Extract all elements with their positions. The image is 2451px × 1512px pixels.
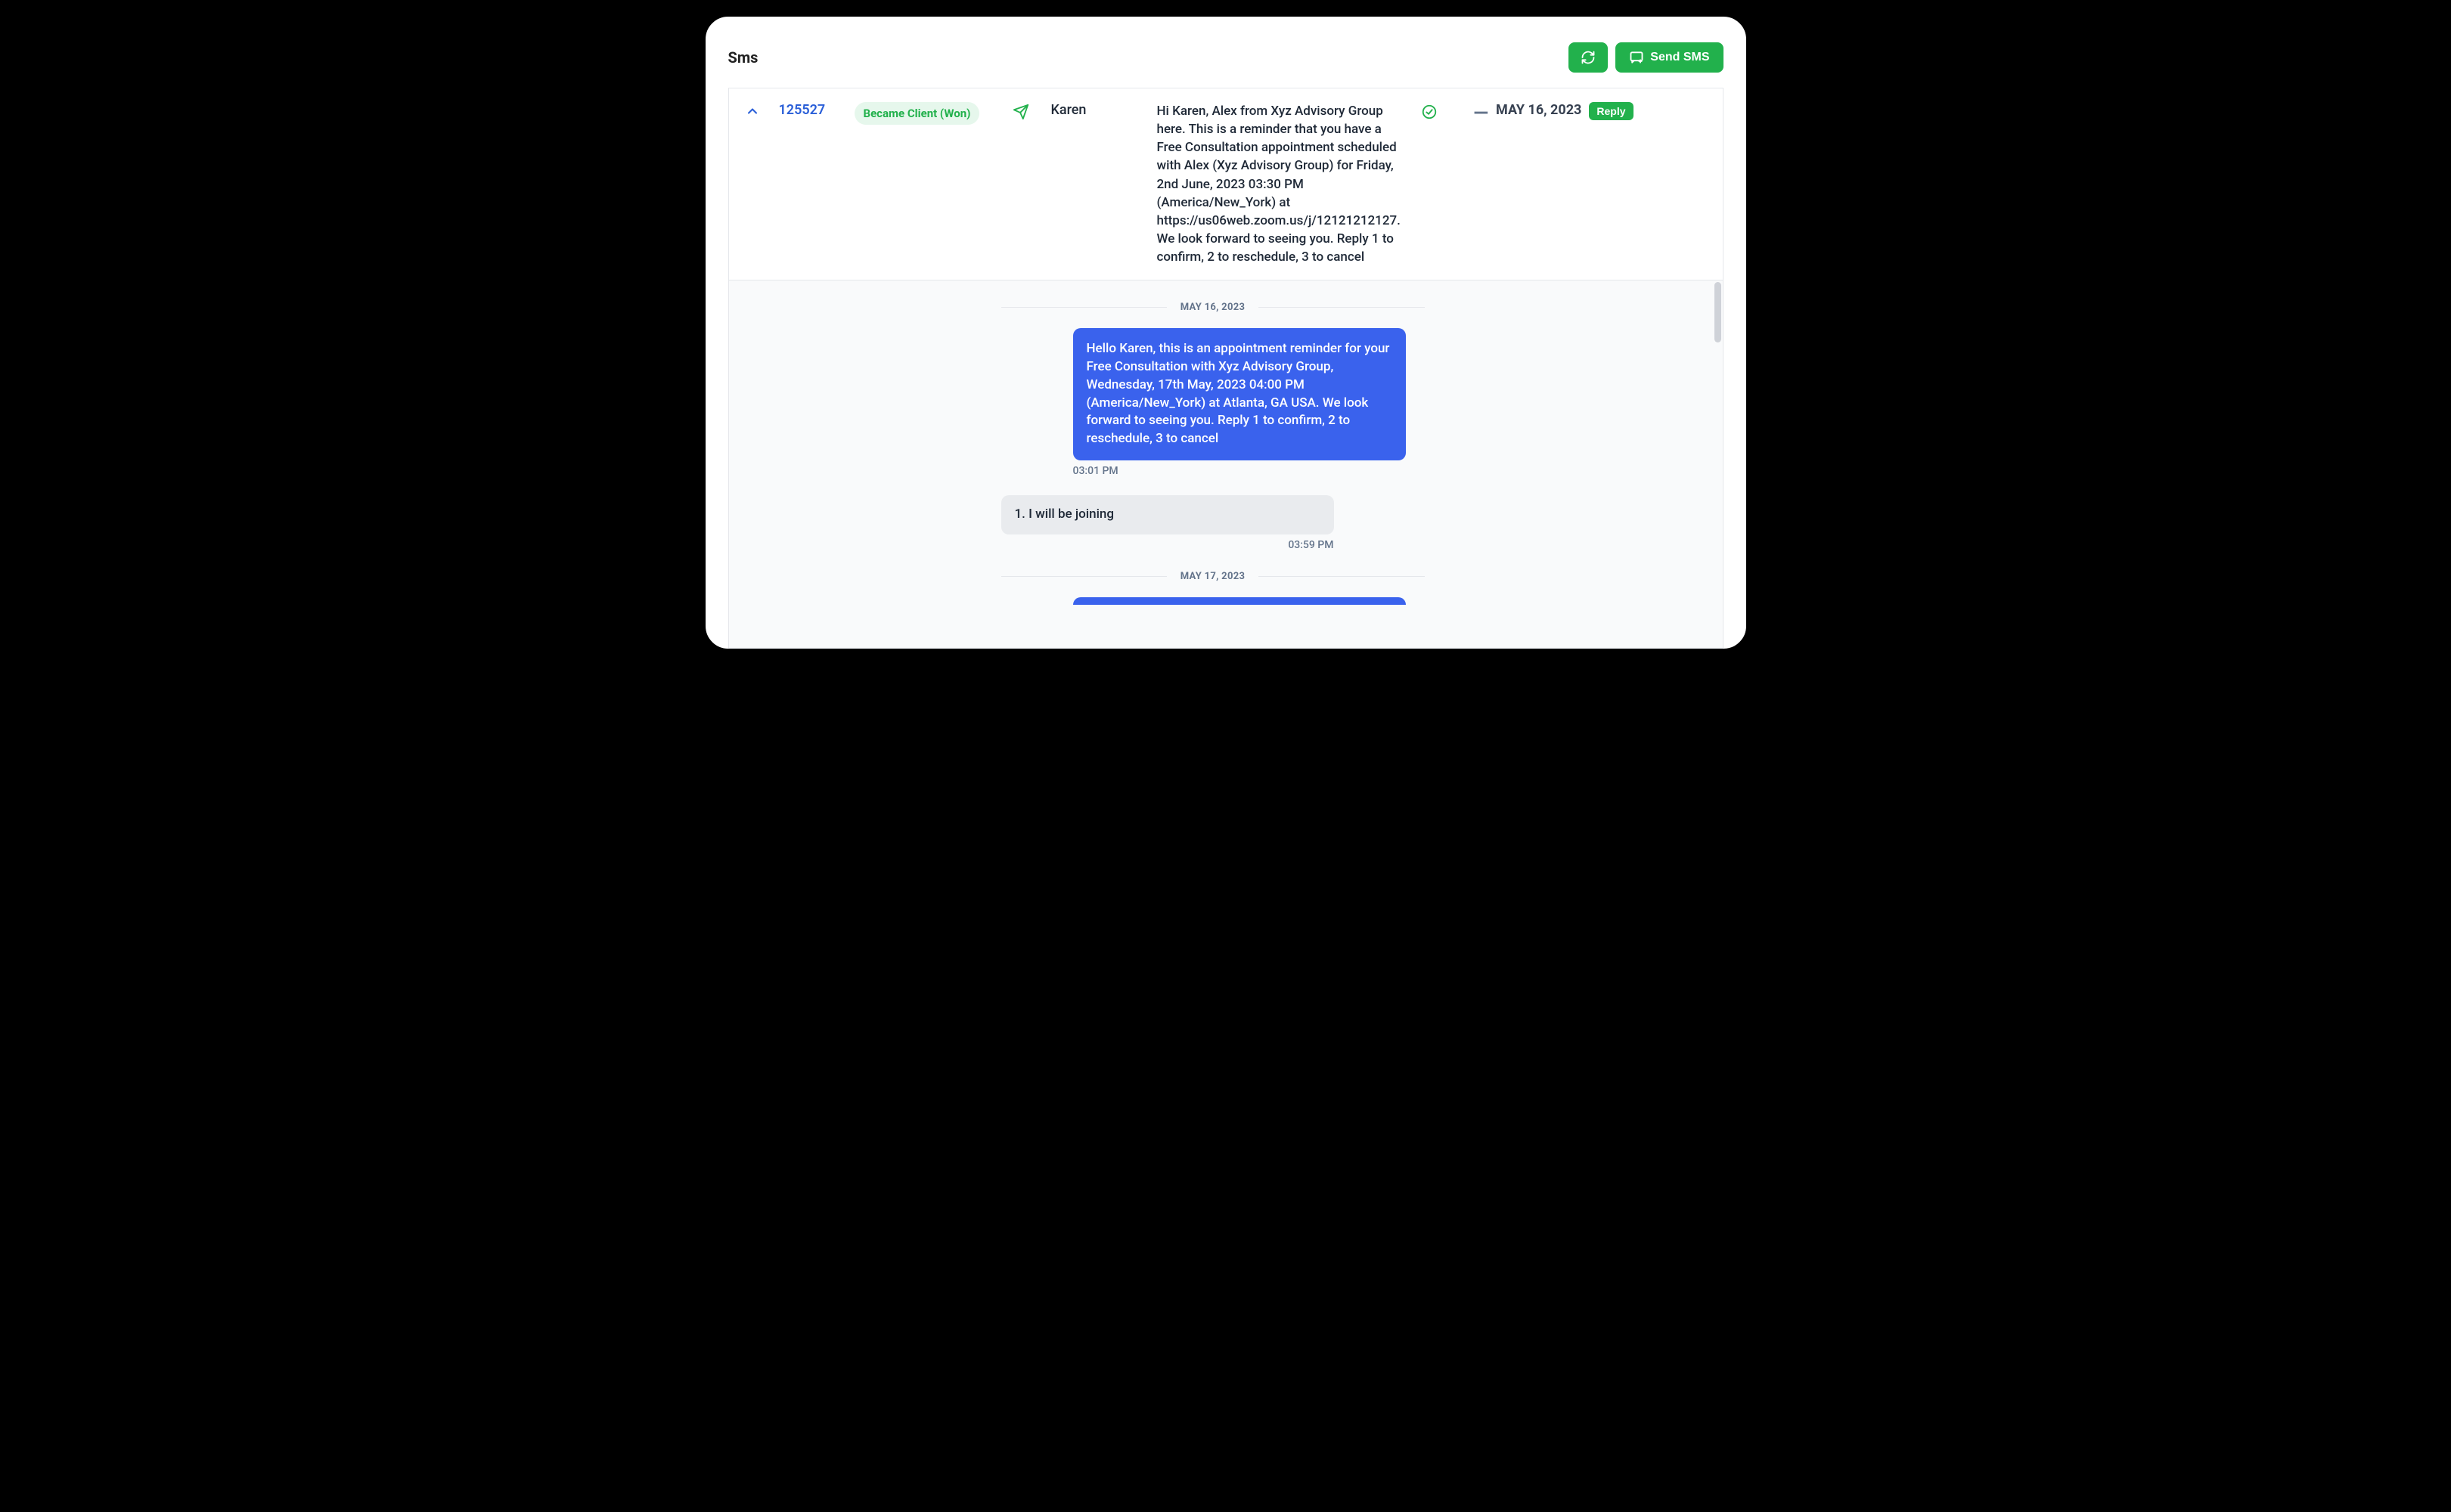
send-sms-label: Send SMS	[1650, 51, 1709, 64]
check-circle-icon	[1421, 104, 1438, 120]
reply-button[interactable]: Reply	[1589, 102, 1633, 120]
date-cell: — MAY 16, 2023 Reply	[1460, 102, 1633, 122]
separator-line	[1001, 307, 1167, 308]
date-text: MAY 16, 2023	[1496, 102, 1581, 118]
separator-line	[1258, 576, 1424, 577]
record-id-link[interactable]: 125527	[779, 102, 826, 118]
paper-plane-icon	[1013, 104, 1029, 120]
date-separator: MAY 16, 2023	[1001, 302, 1425, 313]
refresh-icon	[1581, 50, 1596, 65]
separator-line	[1001, 576, 1167, 577]
status-badge: Became Client (Won)	[855, 102, 980, 125]
chevron-up-icon	[745, 104, 760, 119]
sent-indicator	[1006, 102, 1036, 120]
message-preview: Hi Karen, Alex from Xyz Advisory Group h…	[1157, 102, 1399, 266]
conversation-thread[interactable]: MAY 16, 2023 Hello Karen, this is an app…	[729, 280, 1723, 648]
sms-compose-icon	[1629, 50, 1644, 65]
page-title: Sms	[728, 48, 1569, 67]
date-separator: MAY 17, 2023	[1001, 571, 1425, 582]
outgoing-message: Hello Karen, this is an appointment remi…	[1073, 328, 1406, 460]
incoming-time: 03:59 PM	[1001, 539, 1334, 551]
sms-window: Sms Send SMS	[704, 15, 1748, 650]
expand-toggle[interactable]	[741, 102, 764, 119]
separator-line	[1258, 307, 1424, 308]
sms-table: 125527 Became Client (Won) Karen Hi Kare…	[728, 88, 1723, 649]
thread-inner: MAY 16, 2023 Hello Karen, this is an app…	[1001, 302, 1425, 605]
separator-label: MAY 16, 2023	[1181, 302, 1245, 313]
refresh-button[interactable]	[1568, 42, 1608, 73]
date-dash: —	[1473, 104, 1488, 123]
outgoing-time: 03:01 PM	[1073, 465, 1425, 477]
send-sms-button[interactable]: Send SMS	[1615, 42, 1723, 73]
outgoing-message-partial	[1073, 597, 1406, 605]
delivery-status	[1414, 102, 1444, 120]
contact-name: Karen	[1051, 102, 1087, 118]
separator-label: MAY 17, 2023	[1181, 571, 1245, 582]
incoming-message: 1. I will be joining	[1001, 495, 1334, 534]
scrollbar-thumb[interactable]	[1714, 282, 1721, 342]
table-row: 125527 Became Client (Won) Karen Hi Kare…	[729, 88, 1723, 280]
content-area: 125527 Became Client (Won) Karen Hi Kare…	[706, 88, 1746, 649]
header-bar: Sms Send SMS	[706, 17, 1746, 88]
